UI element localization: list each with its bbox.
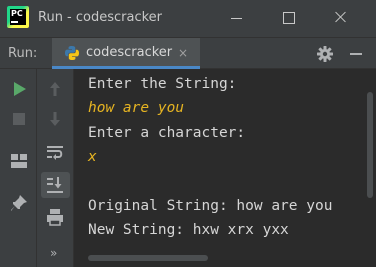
horizontal-scrollbar[interactable] [88, 255, 208, 261]
console-output-line: New String: hxw xrx yxx [88, 222, 289, 238]
tab-close-icon[interactable]: × [178, 45, 188, 61]
layout-icon[interactable] [8, 150, 30, 172]
stop-icon[interactable] [8, 108, 30, 130]
run-toolbar: Run: codescracker × [0, 37, 376, 69]
console-output-line: Enter a character: [88, 125, 246, 141]
hide-panel-icon[interactable] [350, 53, 362, 55]
pin-icon[interactable] [8, 192, 30, 214]
title-bar: PC Run - codescracker [0, 0, 376, 37]
more-actions-icon[interactable]: » [50, 246, 57, 260]
close-window-button[interactable] [318, 0, 364, 37]
tab-label: codescracker [86, 45, 173, 60]
maximize-window-button[interactable] [266, 0, 312, 37]
console-input-line: x [88, 149, 97, 165]
run-label: Run: [8, 46, 38, 61]
soft-wrap-icon[interactable] [44, 142, 66, 164]
console-output-line: Enter the String: [88, 76, 237, 92]
gear-icon[interactable] [316, 45, 334, 63]
scroll-to-end-icon[interactable] [44, 174, 66, 196]
vertical-scrollbar[interactable] [367, 92, 373, 198]
python-file-icon [65, 46, 79, 60]
window-title: Run - codescracker [38, 10, 163, 25]
down-arrow-icon[interactable] [44, 108, 66, 130]
pycharm-logo-icon: PC [7, 6, 29, 28]
run-icon[interactable] [8, 78, 30, 100]
minimize-window-button[interactable] [214, 0, 260, 37]
console-output-line: Original String: how are you [88, 198, 333, 214]
print-icon[interactable] [44, 206, 66, 228]
logo-text: PC [11, 9, 23, 18]
console-input-line: how are you [88, 100, 185, 116]
up-arrow-icon[interactable] [44, 78, 66, 100]
